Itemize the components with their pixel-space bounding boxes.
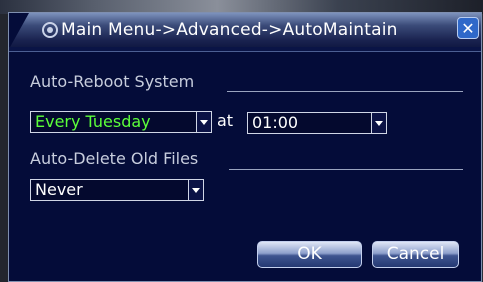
title-bar-edge bbox=[9, 47, 481, 52]
ok-button[interactable]: OK bbox=[257, 241, 362, 268]
reboot-frequency-select[interactable]: Every Tuesday bbox=[30, 111, 212, 133]
close-icon: ✕ bbox=[461, 19, 475, 38]
dialog-title: Main Menu->Advanced->AutoMaintain bbox=[61, 20, 398, 40]
chevron-down-icon[interactable] bbox=[196, 111, 212, 133]
delete-files-select[interactable]: Never bbox=[30, 179, 204, 201]
chevron-down-icon[interactable] bbox=[371, 112, 387, 134]
reboot-time-value: 01:00 bbox=[252, 113, 299, 132]
auto-delete-divider bbox=[229, 169, 463, 170]
cancel-button[interactable]: Cancel bbox=[372, 241, 459, 268]
close-button[interactable]: ✕ bbox=[457, 17, 479, 39]
menu-icon bbox=[42, 22, 58, 38]
reboot-time-select[interactable]: 01:00 bbox=[247, 112, 387, 134]
auto-reboot-divider bbox=[227, 91, 463, 92]
chevron-down-icon[interactable] bbox=[188, 179, 204, 201]
delete-files-value: Never bbox=[35, 180, 83, 199]
auto-delete-label: Auto-Delete Old Files bbox=[30, 149, 199, 168]
at-label: at bbox=[217, 111, 234, 130]
reboot-frequency-value: Every Tuesday bbox=[35, 112, 151, 131]
auto-reboot-label: Auto-Reboot System bbox=[30, 72, 195, 91]
automaintain-dialog: Main Menu->Advanced->AutoMaintain ✕ Auto… bbox=[8, 12, 482, 282]
